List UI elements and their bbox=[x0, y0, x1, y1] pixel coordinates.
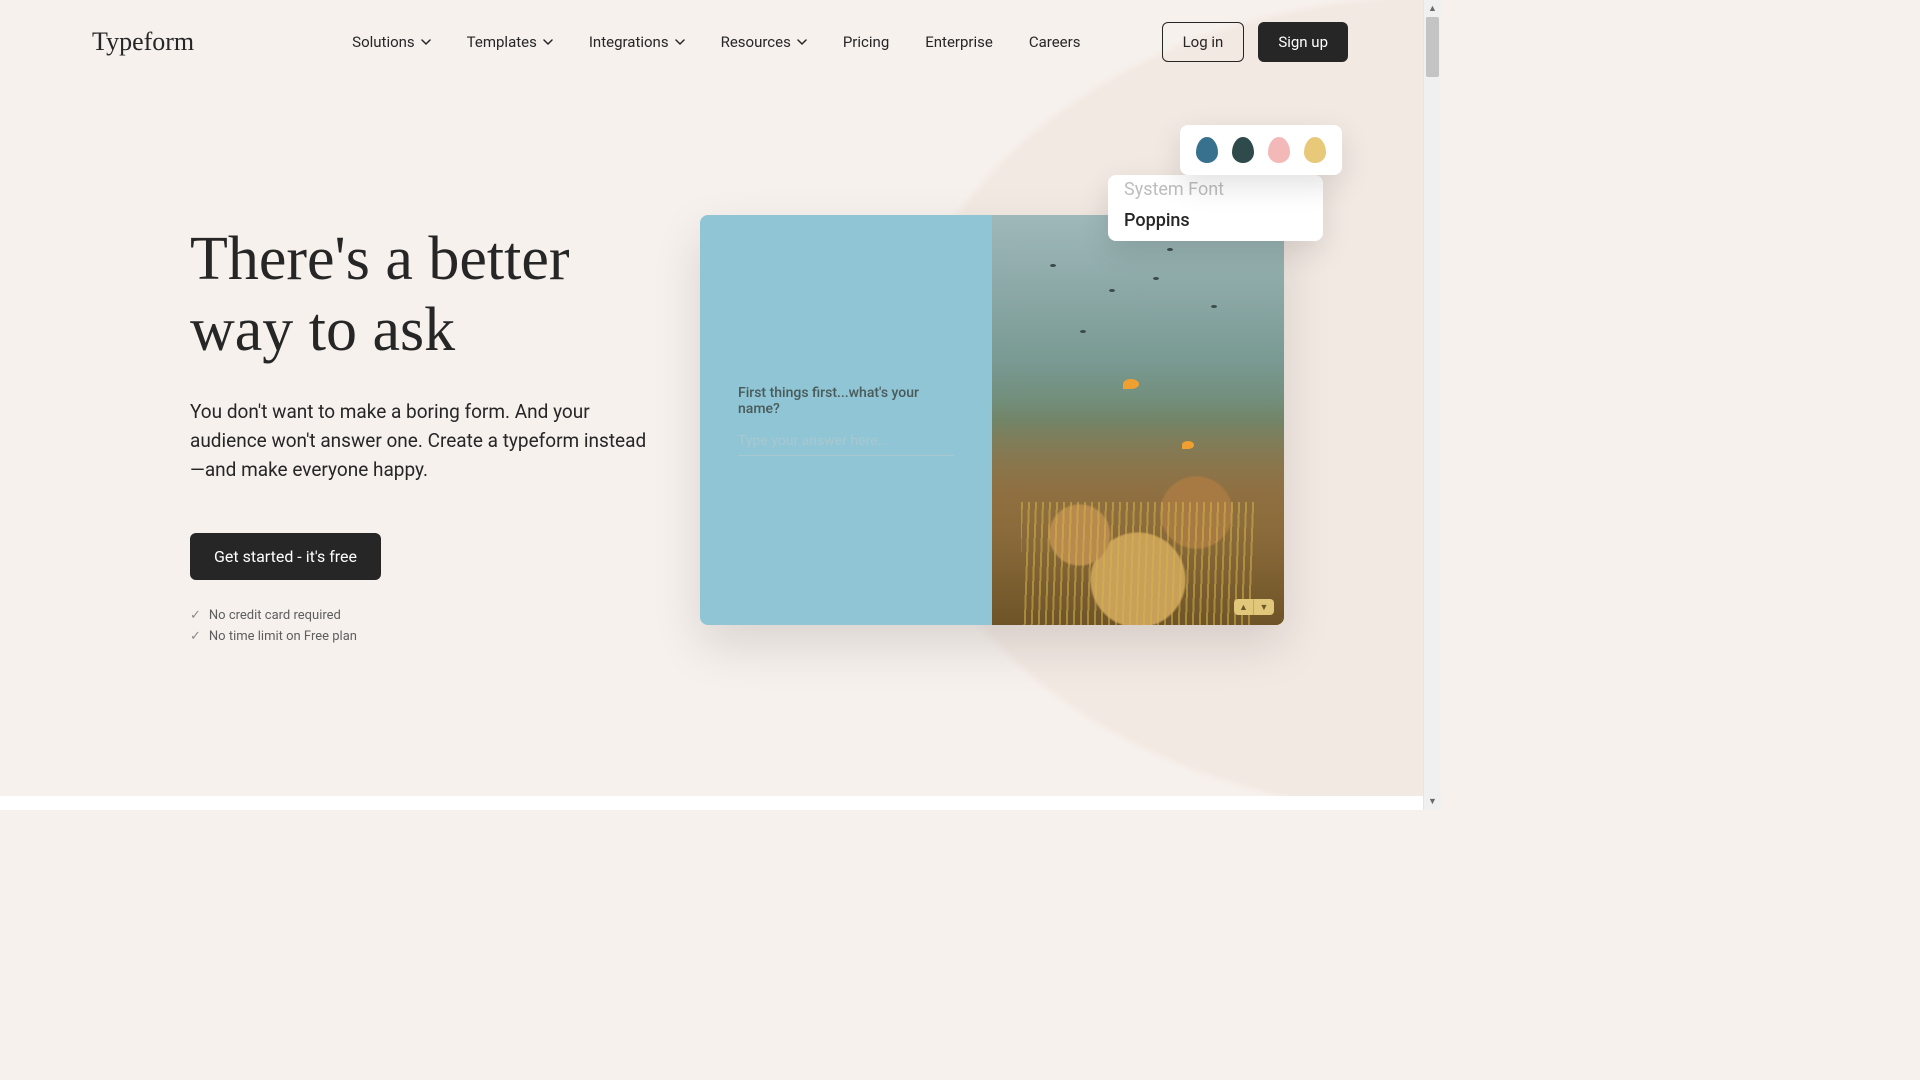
nav-integrations[interactable]: Integrations bbox=[589, 33, 685, 51]
get-started-button[interactable]: Get started - it's free bbox=[190, 533, 381, 580]
benefits-list: ✓ No credit card required ✓ No time limi… bbox=[190, 608, 650, 644]
hero-subtitle: You don't want to make a boring form. An… bbox=[190, 397, 650, 485]
nav-label: Resources bbox=[721, 33, 791, 51]
fish-icon bbox=[1182, 441, 1194, 449]
nav-label: Careers bbox=[1029, 33, 1081, 51]
chevron-up-icon: ▲ bbox=[1428, 3, 1437, 14]
chevron-down-icon bbox=[675, 37, 685, 47]
scroll-down-button[interactable]: ▼ bbox=[1424, 793, 1441, 810]
preview-next-button[interactable]: ▼ bbox=[1254, 599, 1274, 615]
color-swatch[interactable] bbox=[1268, 137, 1290, 163]
chevron-down-icon: ▼ bbox=[1260, 602, 1269, 613]
font-option[interactable]: System Font bbox=[1108, 175, 1323, 202]
nav-templates[interactable]: Templates bbox=[467, 33, 553, 51]
benefit-text: No credit card required bbox=[209, 608, 341, 623]
preview-nav-arrows: ▲ ▼ bbox=[1234, 599, 1274, 615]
fish-icon bbox=[1123, 379, 1139, 389]
chevron-down-icon bbox=[543, 37, 553, 47]
fish-icon bbox=[1211, 305, 1217, 308]
nav-label: Enterprise bbox=[925, 33, 993, 51]
preview-question-text: First things first...what's your name? bbox=[738, 385, 954, 417]
header-auth: Log in Sign up bbox=[1162, 22, 1348, 62]
font-option-selected[interactable]: Poppins bbox=[1108, 202, 1323, 241]
color-swatch-popover bbox=[1180, 125, 1342, 175]
scrollbar-thumb[interactable] bbox=[1426, 17, 1439, 77]
nav-label: Solutions bbox=[352, 33, 415, 51]
hero-content: There's a better way to ask You don't wa… bbox=[190, 224, 650, 644]
site-header: Typeform Solutions Templates Integration… bbox=[0, 0, 1440, 84]
nav-resources[interactable]: Resources bbox=[721, 33, 807, 51]
fish-icon bbox=[1050, 264, 1056, 267]
benefit-text: No time limit on Free plan bbox=[209, 629, 357, 644]
form-preview: First things first...what's your name? T… bbox=[700, 215, 1284, 625]
check-icon: ✓ bbox=[190, 629, 201, 644]
hero-title: There's a better way to ask bbox=[190, 224, 650, 367]
preview-prev-button[interactable]: ▲ bbox=[1234, 599, 1254, 615]
check-icon: ✓ bbox=[190, 608, 201, 623]
color-swatch[interactable] bbox=[1232, 137, 1254, 163]
chevron-down-icon: ▼ bbox=[1428, 796, 1437, 807]
nav-label: Templates bbox=[467, 33, 537, 51]
login-button[interactable]: Log in bbox=[1162, 22, 1245, 62]
chevron-up-icon: ▲ bbox=[1239, 602, 1248, 613]
preview-question-panel: First things first...what's your name? T… bbox=[700, 215, 992, 625]
brand-logo[interactable]: Typeform bbox=[92, 27, 194, 57]
preview-image-panel: ▲ ▼ bbox=[992, 215, 1284, 625]
nav-solutions[interactable]: Solutions bbox=[352, 33, 431, 51]
color-swatch[interactable] bbox=[1196, 137, 1218, 163]
benefit-item: ✓ No credit card required bbox=[190, 608, 650, 623]
fish-icon bbox=[1109, 289, 1115, 292]
nav-enterprise[interactable]: Enterprise bbox=[925, 33, 993, 51]
scroll-up-button[interactable]: ▲ bbox=[1424, 0, 1441, 17]
benefit-item: ✓ No time limit on Free plan bbox=[190, 629, 650, 644]
font-picker-popover: System Font Poppins bbox=[1108, 175, 1323, 241]
nav-careers[interactable]: Careers bbox=[1029, 33, 1081, 51]
preview-card: First things first...what's your name? T… bbox=[700, 215, 1284, 625]
preview-answer-input[interactable]: Type your answer here... bbox=[738, 433, 954, 456]
fish-icon bbox=[1080, 330, 1086, 333]
nav-label: Integrations bbox=[589, 33, 669, 51]
chevron-down-icon bbox=[797, 37, 807, 47]
main-nav: Solutions Templates Integrations Resourc… bbox=[352, 33, 1080, 51]
signup-button[interactable]: Sign up bbox=[1258, 22, 1348, 62]
nav-label: Pricing bbox=[843, 33, 889, 51]
nav-pricing[interactable]: Pricing bbox=[843, 33, 889, 51]
seaweed-image bbox=[1021, 502, 1255, 625]
chevron-down-icon bbox=[421, 37, 431, 47]
vertical-scrollbar[interactable]: ▲ ▼ bbox=[1423, 0, 1440, 810]
fish-icon bbox=[1153, 277, 1159, 280]
color-swatch[interactable] bbox=[1304, 137, 1326, 163]
fish-icon bbox=[1167, 248, 1173, 251]
